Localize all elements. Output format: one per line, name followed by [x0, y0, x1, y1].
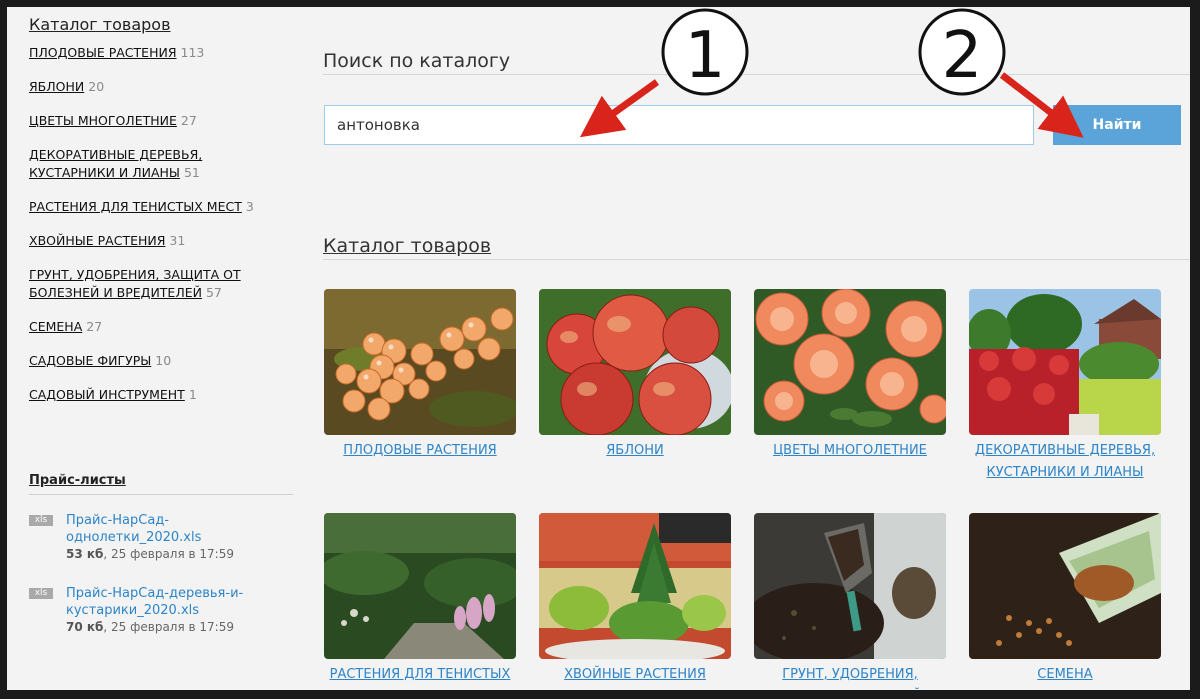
page-frame: Каталог товаров ПЛОДОВЫЕ РАСТЕНИЯ 113 ЯБЛ…	[7, 7, 1190, 690]
annotation-number-2: 2	[942, 19, 983, 93]
annotation-layer: 1 2	[579, 8, 1084, 138]
annotation-arrow-2	[999, 72, 1084, 138]
annotation-arrow-1	[579, 79, 660, 138]
annotation-number-1: 1	[685, 19, 726, 93]
